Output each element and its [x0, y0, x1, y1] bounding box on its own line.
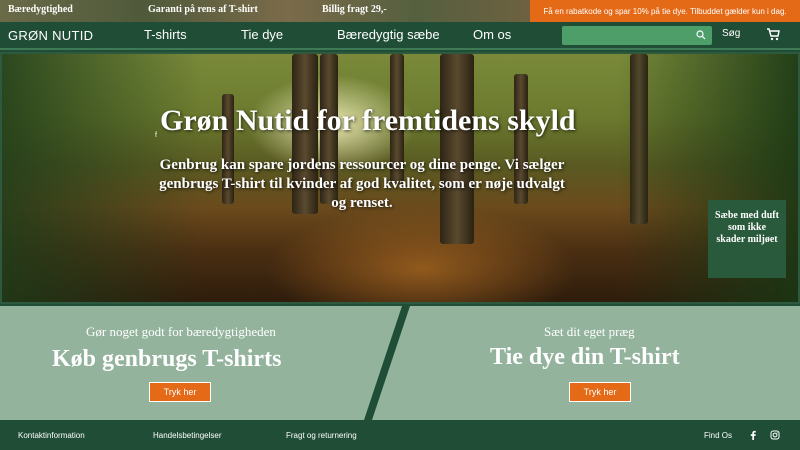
instagram-icon[interactable]	[770, 430, 780, 440]
tie-dye-button[interactable]: Tryk her	[569, 382, 631, 402]
search-icon[interactable]	[696, 30, 706, 40]
promo-panels: Gør noget godt for bæredygtigheden Køb g…	[0, 306, 800, 420]
hero-subtitle: Genbrug kan spare jordens ressourcer og …	[159, 157, 565, 211]
nav-sustainable-soap[interactable]: Bæredygtig sæbe	[337, 27, 440, 42]
footer-shipping-link[interactable]: Fragt og returnering	[286, 431, 357, 440]
soap-promo-box[interactable]: Sæbe med duft som ikke skader miljøet	[708, 200, 786, 278]
search-box	[562, 26, 712, 45]
hero-small-mark: f	[155, 132, 157, 139]
tie-dye-subtitle: Sæt dit eget præg	[544, 324, 635, 339]
tie-dye-title: Tie dye din T-shirt	[490, 344, 680, 370]
topbar-message: Garanti på rens af T-shirt	[148, 4, 258, 15]
discount-promo-banner[interactable]: Få en rabatkode og spar 10% på tie dye. …	[530, 0, 800, 22]
top-banner: Bæredygtighed Garanti på rens af T-shirt…	[0, 0, 800, 22]
find-us-label: Find Os	[704, 431, 733, 440]
nav-about-us[interactable]: Om os	[473, 27, 511, 42]
site-header: GRØN NUTID T-shirts Tie dye Bæredygtig s…	[0, 22, 800, 50]
topbar-message: Bæredygtighed	[8, 4, 73, 15]
topbar-message: Billig fragt 29,-	[322, 4, 387, 15]
buy-tshirts-button[interactable]: Tryk her	[149, 382, 211, 402]
cart-icon[interactable]	[766, 28, 780, 41]
nav-tie-dye[interactable]: Tie dye	[241, 27, 283, 42]
hero-banner: f Grøn Nutid for fremtidens skyld Genbru…	[0, 52, 800, 304]
nav-tshirts[interactable]: T-shirts	[144, 27, 187, 42]
facebook-icon[interactable]	[748, 430, 758, 440]
search-input[interactable]	[562, 26, 692, 45]
site-footer: Kontaktinformation Handelsbetingelser Fr…	[0, 420, 800, 450]
footer-terms-link[interactable]: Handelsbetingelser	[153, 431, 222, 440]
hero-title: Grøn Nutid for fremtidens skyld	[160, 104, 576, 137]
footer-contact-link[interactable]: Kontaktinformation	[18, 431, 85, 440]
brand-logo[interactable]: GRØN NUTID	[8, 28, 93, 43]
search-label[interactable]: Søg	[722, 28, 740, 39]
buy-tshirts-subtitle: Gør noget godt for bæredygtigheden	[86, 324, 276, 339]
tree-trunk	[440, 54, 474, 244]
buy-tshirts-title: Køb genbrugs T-shirts	[52, 346, 282, 372]
